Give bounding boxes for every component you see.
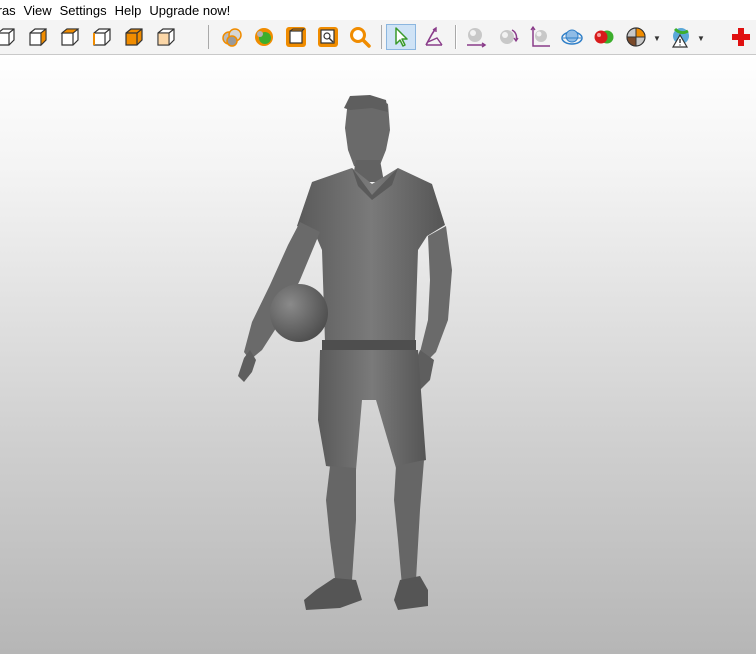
shading-mode-button[interactable] (622, 24, 650, 50)
rotate-object-button[interactable] (494, 24, 522, 50)
render-options-button[interactable] (666, 24, 694, 50)
3d-viewport[interactable] (0, 55, 756, 654)
toolbar: ▼ ▼ (0, 20, 756, 55)
colored-sphere-icon (255, 28, 273, 46)
multi-sphere-button[interactable] (218, 24, 246, 50)
chevron-down-icon[interactable]: ▼ (697, 34, 705, 43)
material-color-button[interactable] (590, 24, 618, 50)
right-view-button[interactable] (88, 24, 116, 50)
fit-frame-button[interactable] (282, 24, 310, 50)
front-view-button[interactable] (0, 24, 20, 50)
menu-extras[interactable]: tras (0, 3, 24, 18)
left-view-button[interactable] (56, 24, 84, 50)
orbit-button[interactable] (558, 24, 586, 50)
toolbar-separator (208, 25, 209, 49)
spheres-cluster-icon (222, 28, 242, 47)
bottom-view-button[interactable] (152, 24, 180, 50)
red-green-sphere-icon (594, 30, 614, 44)
back-view-cube-icon (29, 27, 47, 47)
sphere-axes-icon (530, 25, 550, 47)
select-tool-button[interactable] (386, 24, 416, 50)
chevron-down-icon[interactable]: ▼ (653, 34, 661, 43)
zoom-button[interactable] (346, 24, 374, 50)
right-view-cube-icon (93, 28, 111, 46)
plus-icon (732, 28, 750, 46)
menu-view[interactable]: View (24, 3, 60, 18)
zoom-frame-icon (318, 27, 338, 47)
shading-sphere-icon (626, 27, 646, 47)
menu-bar: tras View Settings Help Upgrade now! (0, 0, 756, 20)
colored-sphere-button[interactable] (250, 24, 278, 50)
warning-sphere-icon (671, 27, 689, 48)
add-object-button[interactable] (727, 24, 755, 50)
sphere-move-icon (467, 28, 487, 48)
move-object-button[interactable] (462, 24, 490, 50)
magnifier-icon (350, 27, 371, 48)
frame-box-icon (286, 27, 306, 47)
scale-object-button[interactable] (526, 24, 554, 50)
front-view-cube-icon (0, 28, 15, 46)
human-model[interactable] (0, 55, 756, 654)
menu-upgrade-now[interactable]: Upgrade now! (149, 3, 238, 18)
top-view-button[interactable] (120, 24, 148, 50)
menu-settings[interactable]: Settings (60, 3, 115, 18)
arrow-pointer-icon (395, 27, 408, 47)
transform-axes-icon (425, 26, 443, 46)
menu-help[interactable]: Help (115, 3, 150, 18)
top-view-cube-icon (125, 28, 143, 46)
left-view-cube-icon (60, 28, 80, 46)
toolbar-separator (381, 25, 382, 49)
bottom-view-cube-icon (157, 28, 175, 46)
sphere-orbit-icon (561, 29, 583, 45)
transform-tool-button[interactable] (420, 24, 448, 50)
zoom-extents-button[interactable] (314, 24, 342, 50)
toolbar-separator-highlight (456, 25, 457, 49)
sphere-rotate-icon (500, 29, 519, 44)
back-view-button[interactable] (24, 24, 52, 50)
